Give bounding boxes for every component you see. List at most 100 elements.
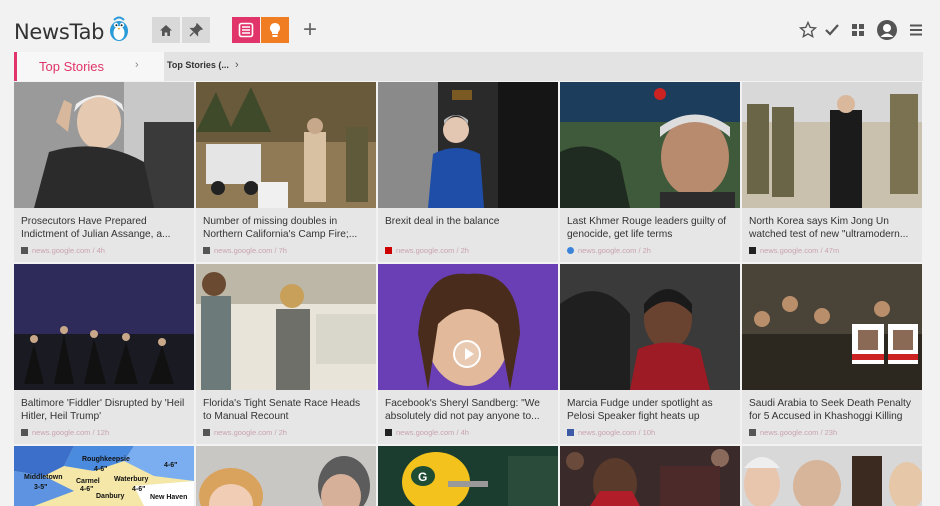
map-label: Roughkeepsie [82, 456, 130, 463]
map-label: Danbury [96, 493, 125, 500]
news-button[interactable] [232, 17, 260, 43]
card-title: Brexit deal in the balance [385, 216, 500, 227]
source-favicon-icon [749, 429, 756, 436]
grid-view-button[interactable] [848, 19, 868, 41]
news-card[interactable]: Florida's Tight Senate Race Heads to Man… [196, 264, 376, 444]
source-text: news.google.com / 47m [760, 246, 840, 255]
map-label: Waterbury [114, 476, 149, 483]
source-text: news.google.com / 12h [32, 428, 110, 437]
source-text: news.google.com / 2h [396, 246, 469, 255]
source-text: news.google.com / 10h [578, 428, 656, 437]
pin-icon [189, 23, 203, 37]
news-thumbnail: G [378, 446, 558, 506]
check-icon [825, 24, 839, 36]
news-card[interactable]: Saudi Arabia to Seek Death Penalty for 5… [742, 264, 922, 444]
card-caption: Baltimore 'Fiddler' Disrupted by 'Heil H… [14, 390, 194, 444]
lightbulb-icon [270, 23, 280, 37]
card-source: news.google.com / 2h [567, 246, 651, 255]
card-caption: Facebook's Sheryl Sandberg: "We absolute… [378, 390, 558, 444]
favorite-button[interactable] [798, 19, 818, 41]
source-text: news.google.com / 7h [214, 246, 287, 255]
grid-icon [852, 24, 864, 36]
source-favicon-icon [385, 247, 392, 254]
news-thumbnail [196, 82, 376, 208]
news-thumbnail [742, 82, 922, 208]
news-thumbnail [560, 264, 740, 390]
card-source: news.google.com / 4h [385, 428, 469, 437]
news-thumbnail [378, 82, 558, 208]
source-favicon-icon [21, 429, 28, 436]
chevron-right-icon: › [135, 59, 139, 71]
source-favicon-icon [567, 429, 574, 436]
card-title: Facebook's Sheryl Sandberg: "We absolute… [385, 398, 540, 422]
map-value: 3-5" [34, 484, 48, 491]
news-card[interactable]: G [378, 446, 558, 506]
news-thumbnail [196, 446, 376, 506]
card-caption: Marcia Fudge under spotlight as Pelosi S… [560, 390, 740, 444]
news-icon [238, 22, 254, 38]
map-value: 4-6" [94, 466, 108, 473]
idea-button[interactable] [261, 17, 289, 43]
card-source: news.google.com / 12h [21, 428, 109, 437]
breadcrumb: Top Stories › Top Stories (... › [14, 52, 923, 81]
news-card[interactable]: Baltimore 'Fiddler' Disrupted by 'Heil H… [14, 264, 194, 444]
news-thumbnail [742, 264, 922, 390]
app-logo: NewsTab [14, 20, 105, 44]
news-thumbnail [14, 264, 194, 390]
card-title: Baltimore 'Fiddler' Disrupted by 'Heil H… [21, 398, 185, 422]
card-caption: Florida's Tight Senate Race Heads to Man… [196, 390, 376, 444]
news-card[interactable]: Last Khmer Rouge leaders guilty of genoc… [560, 82, 740, 262]
source-favicon-icon [21, 247, 28, 254]
news-card[interactable] [196, 446, 376, 506]
breadcrumb-label-top-stories-sub[interactable]: Top Stories (... [167, 60, 229, 70]
card-title: Prosecutors Have Prepared Indictment of … [21, 216, 171, 240]
source-favicon-icon [385, 429, 392, 436]
card-source: news.google.com / 23h [749, 428, 837, 437]
news-card[interactable]: Brexit deal in the balance news.google.c… [378, 82, 558, 262]
news-card[interactable]: Roughkeepsie 4-6" Waterbury 4-6" Middlet… [14, 446, 194, 506]
news-thumbnail [742, 446, 922, 506]
play-icon[interactable] [453, 340, 481, 368]
pin-button[interactable] [182, 17, 210, 43]
source-text: news.google.com / 23h [760, 428, 838, 437]
card-source: news.google.com / 2h [203, 428, 287, 437]
news-card[interactable]: Number of missing doubles in Northern Ca… [196, 82, 376, 262]
news-card[interactable]: Marcia Fudge under spotlight as Pelosi S… [560, 264, 740, 444]
card-title: Saudi Arabia to Seek Death Penalty for 5… [749, 398, 911, 422]
home-icon [160, 24, 172, 36]
map-label: Middletown [24, 474, 63, 481]
source-text: news.google.com / 2h [214, 428, 287, 437]
card-title: Marcia Fudge under spotlight as Pelosi S… [567, 398, 713, 422]
news-card[interactable]: Prosecutors Have Prepared Indictment of … [14, 82, 194, 262]
card-source: news.google.com / 2h [385, 246, 469, 255]
add-tab-button[interactable]: + [296, 16, 324, 43]
source-favicon-icon [749, 247, 756, 254]
map-label: New Haven [150, 494, 188, 501]
svg-text:G: G [418, 470, 427, 484]
source-text: news.google.com / 4h [396, 428, 469, 437]
card-caption: Brexit deal in the balance news.google.c… [378, 208, 558, 262]
source-favicon-icon [203, 429, 210, 436]
map-value: 4-6" [164, 462, 178, 469]
news-card[interactable]: Facebook's Sheryl Sandberg: "We absolute… [378, 264, 558, 444]
source-favicon-icon [203, 247, 210, 254]
penguin-logo-icon [110, 16, 128, 41]
home-button[interactable] [152, 17, 180, 43]
news-thumbnail [14, 82, 194, 208]
card-caption: Prosecutors Have Prepared Indictment of … [14, 208, 194, 262]
news-card[interactable] [742, 446, 922, 506]
news-card[interactable]: North Korea says Kim Jong Un watched tes… [742, 82, 922, 262]
star-icon [799, 21, 817, 39]
done-button[interactable] [822, 19, 842, 41]
card-source: news.google.com / 7h [203, 246, 287, 255]
card-title: Florida's Tight Senate Race Heads to Man… [203, 398, 361, 422]
account-button[interactable] [876, 19, 898, 41]
card-title: Number of missing doubles in Northern Ca… [203, 216, 358, 240]
map-value: 4-6" [132, 486, 146, 493]
news-card[interactable] [560, 446, 740, 506]
breadcrumb-label-top-stories[interactable]: Top Stories [39, 59, 104, 74]
news-thumbnail [378, 264, 558, 390]
map-value: 4-6" [80, 486, 94, 493]
card-caption: Last Khmer Rouge leaders guilty of genoc… [560, 208, 740, 262]
menu-button[interactable] [906, 19, 926, 41]
